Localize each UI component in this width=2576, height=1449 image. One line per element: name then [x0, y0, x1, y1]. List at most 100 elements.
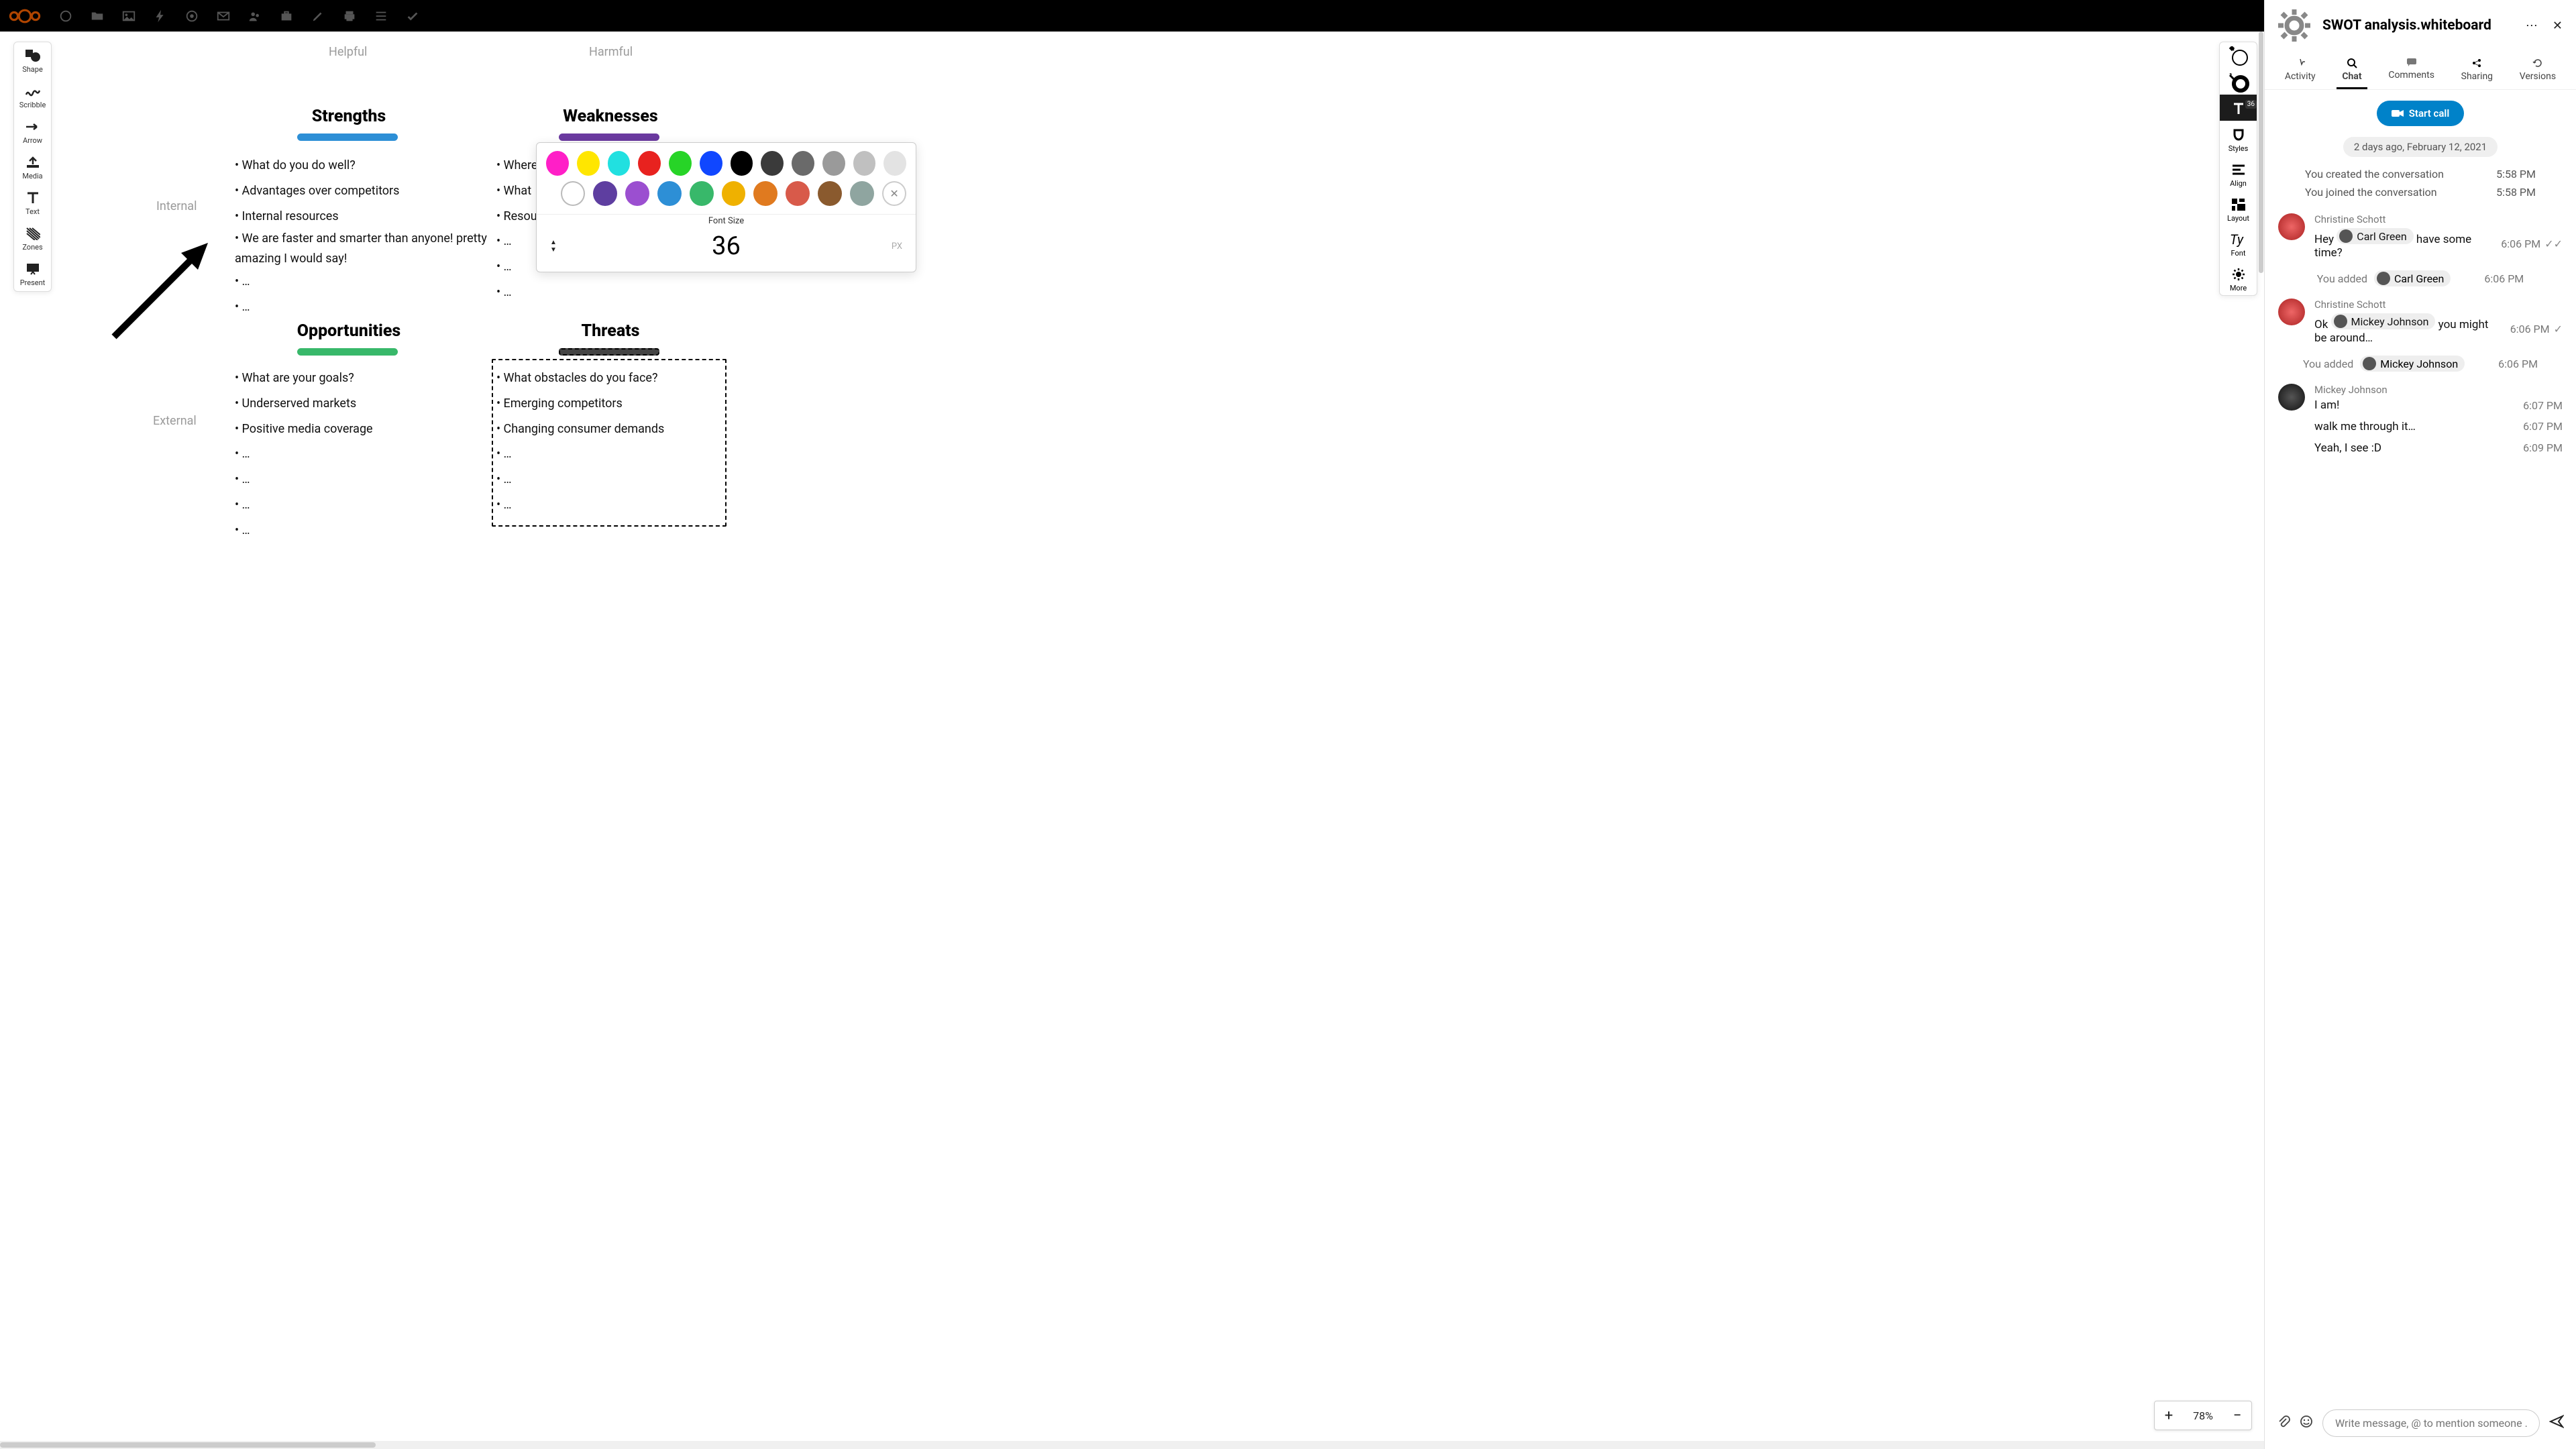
- top-icon-picture[interactable]: [121, 9, 136, 23]
- color-swatch-row-2: ✕: [537, 178, 916, 214]
- font-size-label: Font Size: [537, 216, 916, 226]
- chat-message-continuation: walk me through it…6:07 PM: [2278, 420, 2563, 433]
- zoom-in-button[interactable]: +: [2155, 1401, 2183, 1430]
- mention-chip[interactable]: Carl Green: [2337, 228, 2413, 244]
- top-icon-target[interactable]: [184, 9, 199, 23]
- chat-message: Christine Schott Ok Mickey Johnson you m…: [2278, 299, 2563, 345]
- top-icon-circle[interactable]: [58, 9, 73, 23]
- swot-title-threats: Threats: [476, 321, 745, 341]
- color-swatch[interactable]: [853, 151, 876, 176]
- more-icon[interactable]: ⋯: [2523, 16, 2540, 36]
- color-swatch[interactable]: [731, 151, 753, 176]
- color-swatch[interactable]: [822, 151, 845, 176]
- tab-sharing[interactable]: Sharing: [2456, 55, 2498, 89]
- start-call-button[interactable]: Start call: [2377, 101, 2464, 126]
- chat-body[interactable]: 2 days ago, February 12, 2021 You create…: [2265, 133, 2576, 1401]
- swot-list-threats[interactable]: • What obstacles do you face? • Emerging…: [496, 366, 724, 518]
- color-swatch[interactable]: [608, 151, 631, 176]
- tab-versions[interactable]: Versions: [2514, 55, 2561, 89]
- zoom-control: + 78% −: [2154, 1401, 2252, 1430]
- underline-opportunities: [297, 348, 398, 356]
- top-icon-mail[interactable]: [216, 9, 231, 23]
- list-item: • …: [496, 441, 724, 467]
- whiteboard-arrow-shape[interactable]: [107, 229, 221, 343]
- top-icon-people[interactable]: [248, 9, 262, 23]
- app-top-bar: [0, 0, 2576, 32]
- top-icon-folder[interactable]: [90, 9, 105, 23]
- chat-date-chip: 2 days ago, February 12, 2021: [2343, 137, 2498, 157]
- file-icon: [2275, 7, 2313, 44]
- color-swatch[interactable]: [657, 181, 682, 206]
- color-swatch[interactable]: [638, 151, 661, 176]
- mention-chip[interactable]: Carl Green: [2374, 270, 2451, 286]
- color-swatch[interactable]: [546, 151, 569, 176]
- avatar[interactable]: [2278, 299, 2305, 325]
- list-item: • …: [496, 280, 751, 305]
- underline-threats: [559, 348, 659, 356]
- color-swatch[interactable]: [818, 181, 842, 206]
- color-swatch[interactable]: [786, 181, 810, 206]
- list-item: • …: [235, 294, 490, 320]
- color-swatch[interactable]: [883, 151, 906, 176]
- list-item: • …: [235, 518, 490, 543]
- list-item: • …: [235, 441, 490, 467]
- color-swatch[interactable]: [593, 181, 617, 206]
- swot-list-strengths[interactable]: • What do you do well? • Advantages over…: [235, 153, 490, 319]
- color-swatch[interactable]: [700, 151, 722, 176]
- color-swatch[interactable]: [722, 181, 746, 206]
- chat-message-continuation: Yeah, I see :D6:09 PM: [2278, 441, 2563, 455]
- color-swatch[interactable]: [669, 151, 692, 176]
- close-icon[interactable]: ✕: [2550, 16, 2565, 36]
- chat-tabs: Activity Chat Comments Sharing Versions: [2265, 51, 2576, 90]
- top-icon-check[interactable]: [405, 9, 420, 23]
- list-item: • …: [235, 492, 490, 518]
- color-swatch[interactable]: [625, 181, 649, 206]
- font-size-stepper[interactable]: ▲▼: [550, 239, 557, 254]
- tab-activity[interactable]: Activity: [2279, 55, 2321, 89]
- system-message: You joined the conversation5:58 PM: [2278, 183, 2563, 201]
- list-item: • …: [496, 492, 724, 518]
- swot-list-opportunities[interactable]: • What are your goals? • Underserved mar…: [235, 366, 490, 543]
- avatar[interactable]: [2278, 213, 2305, 240]
- tab-chat[interactable]: Chat: [2337, 55, 2367, 89]
- color-clear[interactable]: ✕: [882, 181, 906, 206]
- system-message: You created the conversation5:58 PM: [2278, 165, 2563, 183]
- app-logo[interactable]: [8, 7, 42, 25]
- list-item: • Emerging competitors: [496, 391, 724, 417]
- message-author: Christine Schott: [2314, 213, 2563, 225]
- chat-input[interactable]: [2322, 1409, 2540, 1437]
- chat-message: Mickey Johnson I am!6:07 PM: [2278, 384, 2563, 412]
- font-size-unit: PX: [892, 241, 902, 252]
- chat-panel: SWOT analysis.whiteboard ⋯ ✕ Activity Ch…: [2264, 0, 2576, 1449]
- list-item: • …: [235, 269, 490, 294]
- list-item: • Positive media coverage: [235, 417, 490, 442]
- attach-icon[interactable]: [2277, 1415, 2290, 1432]
- system-added: You addedMickey Johnson6:06 PM: [2278, 356, 2563, 372]
- color-swatch[interactable]: [690, 181, 714, 206]
- zoom-out-button[interactable]: −: [2223, 1401, 2251, 1430]
- top-icon-lightning[interactable]: [153, 9, 168, 23]
- top-icon-printer[interactable]: [342, 9, 357, 23]
- top-icon-briefcase[interactable]: [279, 9, 294, 23]
- vertical-scrollbar[interactable]: [2258, 32, 2264, 1441]
- color-swatch[interactable]: [577, 151, 600, 176]
- emoji-icon[interactable]: [2300, 1415, 2313, 1432]
- top-icon-pencil[interactable]: [311, 9, 325, 23]
- whiteboard-canvas[interactable]: Helpful Harmful Internal External Streng…: [0, 32, 2264, 1449]
- tab-comments[interactable]: Comments: [2383, 55, 2440, 89]
- horizontal-scrollbar[interactable]: [0, 1441, 2264, 1449]
- top-icon-list[interactable]: [374, 9, 388, 23]
- font-size-value[interactable]: 36: [712, 231, 741, 261]
- color-swatch[interactable]: [761, 151, 784, 176]
- mention-chip[interactable]: Mickey Johnson: [2331, 313, 2436, 329]
- color-swatch[interactable]: [850, 181, 874, 206]
- message-author: Christine Schott: [2314, 299, 2563, 311]
- avatar[interactable]: [2278, 384, 2305, 411]
- list-item: • We are faster and smarter than anyone!…: [235, 229, 490, 268]
- color-swatch-row-1: [537, 143, 916, 178]
- color-swatch[interactable]: [753, 181, 777, 206]
- color-swatch[interactable]: [561, 181, 585, 206]
- send-icon[interactable]: [2549, 1415, 2564, 1432]
- mention-chip[interactable]: Mickey Johnson: [2360, 356, 2465, 372]
- color-swatch[interactable]: [792, 151, 814, 176]
